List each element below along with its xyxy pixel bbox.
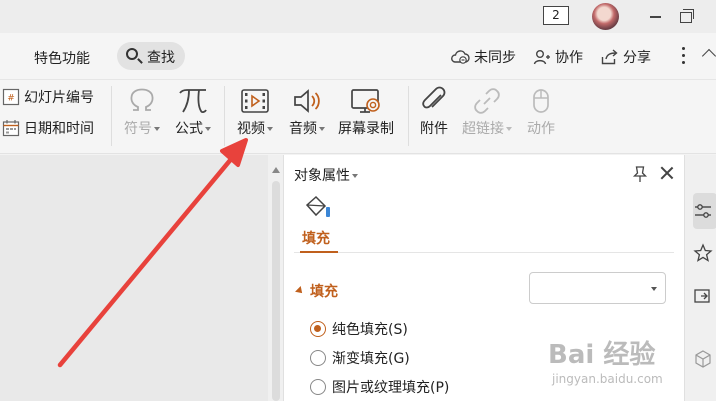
more-options-icon[interactable] [682, 47, 686, 65]
watermark-brand: Bai 经验 [548, 340, 656, 370]
ribbon-separator [408, 86, 409, 146]
star-icon [693, 243, 713, 262]
date-time-label: 日期和时间 [24, 121, 94, 137]
search-icon [126, 48, 138, 60]
picture-fill-option[interactable]: 图片或纹理填充(P) [310, 377, 449, 397]
baidu-jingyan-watermark: Bai 经验 jingyan.baidu.com [548, 328, 716, 401]
share-label: 分享 [623, 50, 651, 66]
menu-bar: 特色功能 查找 未同步 协作 分享 [0, 33, 716, 80]
slide-number-button[interactable]: # 幻灯片编号 [2, 87, 94, 107]
solid-fill-label: 纯色填充(S) [332, 322, 408, 338]
insert-ribbon: # 幻灯片编号 日期和时间 符号 公式 视频 音频 屏幕录制 附件 超链接 动作 [0, 80, 716, 154]
pin-icon[interactable] [632, 165, 648, 183]
panel-title: 对象属性 [294, 168, 350, 184]
picture-fill-label: 图片或纹理填充(P) [332, 380, 450, 396]
solid-fill-option[interactable]: 纯色填充(S) [310, 319, 408, 339]
slide-transition-icon [694, 289, 710, 303]
attachment-button[interactable]: 附件 [414, 84, 454, 138]
action-label: 动作 [527, 121, 555, 137]
watermark-url: jingyan.baidu.com [552, 372, 663, 386]
video-button[interactable]: 视频 [232, 84, 278, 138]
mouse-icon [533, 89, 549, 113]
vertical-scrollbar[interactable] [268, 155, 284, 401]
date-time-button[interactable]: 日期和时间 [2, 118, 94, 138]
sync-status-label: 未同步 [474, 50, 516, 66]
properties-rail-button[interactable] [693, 193, 716, 229]
fill-color-select[interactable] [529, 272, 666, 304]
collapse-arrow-icon [295, 286, 305, 296]
audio-label: 音频 [289, 121, 317, 137]
search-label: 查找 [147, 50, 175, 66]
hyperlink-label: 超链接 [462, 121, 504, 137]
add-user-icon [533, 50, 550, 65]
sync-status-button[interactable]: 未同步 [450, 47, 516, 67]
paint-bucket-icon [305, 195, 330, 217]
pi-icon [179, 89, 207, 113]
minimize-icon[interactable] [646, 7, 666, 25]
link-icon [474, 88, 500, 114]
collaborate-label: 协作 [555, 50, 583, 66]
formula-button[interactable]: 公式 [171, 84, 215, 138]
active-tab-indicator [300, 251, 338, 253]
scroll-up-icon[interactable] [272, 167, 280, 173]
svg-text:#: # [7, 94, 15, 104]
speaker-icon [294, 89, 320, 113]
panel-title-dropdown[interactable]: 对象属性 [294, 165, 358, 185]
formula-label: 公式 [175, 121, 203, 137]
slide-number-label: 幻灯片编号 [24, 90, 94, 106]
close-panel-icon[interactable] [660, 166, 674, 180]
calendar-icon [2, 120, 20, 137]
ribbon-separator [111, 86, 112, 146]
share-icon [601, 49, 618, 65]
gradient-fill-radio[interactable] [310, 350, 326, 366]
symbol-label: 符号 [124, 121, 152, 137]
picture-fill-radio[interactable] [310, 379, 326, 395]
symbol-button[interactable]: 符号 [119, 84, 165, 138]
screen-record-icon [351, 89, 380, 113]
fill-section-label: 填充 [310, 284, 338, 300]
dropdown-arrow-icon [651, 287, 657, 291]
title-bar: 2 [0, 0, 716, 33]
ribbon-separator [224, 86, 225, 146]
video-label: 视频 [237, 121, 265, 137]
screen-record-button[interactable]: 屏幕录制 [335, 84, 397, 138]
solid-fill-radio[interactable] [310, 321, 326, 337]
cloud-icon [451, 50, 470, 64]
slide-canvas[interactable] [0, 155, 268, 401]
transition-rail-button[interactable] [693, 279, 716, 315]
gradient-fill-option[interactable]: 渐变填充(G) [310, 348, 410, 368]
collaborate-button[interactable]: 协作 [533, 47, 583, 67]
slide-number-icon: # [2, 88, 20, 106]
user-avatar[interactable] [592, 3, 619, 30]
tab-divider [294, 252, 674, 253]
collapse-ribbon-icon[interactable] [701, 48, 716, 64]
attachment-label: 附件 [420, 121, 448, 137]
action-button[interactable]: 动作 [521, 84, 561, 138]
omega-icon [130, 88, 154, 111]
fill-section-header[interactable]: 填充 [295, 281, 338, 301]
tab-fill[interactable]: 填充 [302, 228, 330, 248]
restore-icon[interactable] [677, 7, 697, 25]
special-features-menu[interactable]: 特色功能 [34, 48, 90, 68]
sliders-icon [695, 204, 711, 218]
animation-rail-button[interactable] [693, 235, 716, 271]
tab-count-badge[interactable]: 2 [543, 6, 569, 25]
scroll-thumb[interactable] [272, 181, 280, 401]
search-button[interactable]: 查找 [117, 42, 185, 70]
video-icon [241, 89, 269, 113]
hyperlink-button[interactable]: 超链接 [458, 84, 516, 138]
audio-button[interactable]: 音频 [284, 84, 330, 138]
gradient-fill-label: 渐变填充(G) [332, 351, 410, 367]
share-button[interactable]: 分享 [601, 47, 651, 67]
paperclip-icon [422, 86, 446, 109]
screen-record-label: 屏幕录制 [338, 121, 394, 137]
